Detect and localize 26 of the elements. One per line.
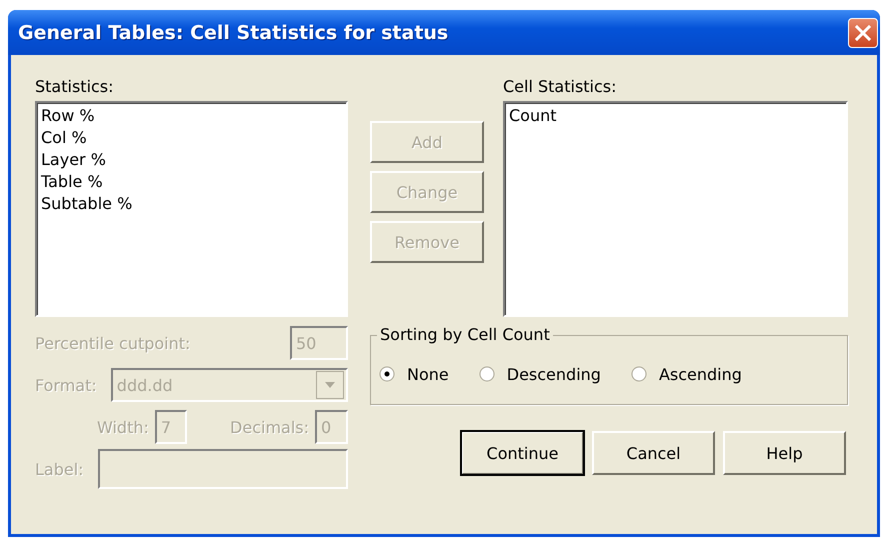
dialog-button[interactable]: Cancel bbox=[592, 431, 715, 475]
dialog-button[interactable]: Continue bbox=[461, 431, 584, 475]
radio-button[interactable]: None bbox=[379, 364, 449, 384]
radio-button[interactable]: Ascending bbox=[630, 364, 742, 384]
field-label: Percentile cutpoint: bbox=[35, 334, 190, 352]
list-item[interactable]: Table % bbox=[41, 171, 103, 193]
dropdown-value: ddd.dd bbox=[116, 376, 173, 394]
field-label: Format: bbox=[35, 376, 97, 394]
statistics-list[interactable]: Row % Col % Layer % Table % Subtable % bbox=[35, 101, 348, 317]
list-item[interactable]: Layer % bbox=[41, 149, 106, 171]
cell-statistics-list[interactable]: Count bbox=[503, 101, 848, 317]
field-label: Width: bbox=[97, 418, 149, 436]
close-icon bbox=[854, 24, 872, 42]
list-item[interactable]: Subtable % bbox=[41, 193, 132, 215]
field-label: Decimals: bbox=[230, 418, 309, 436]
list-item[interactable]: Col % bbox=[41, 127, 87, 149]
group-title: Sorting by Cell Count bbox=[377, 325, 553, 345]
cell-statistics-label: Cell Statistics: bbox=[503, 77, 618, 97]
list-item[interactable]: Row % bbox=[41, 105, 95, 127]
statistics-label: Statistics: bbox=[35, 77, 115, 97]
close-button[interactable] bbox=[848, 18, 878, 48]
radio-button[interactable]: Descending bbox=[478, 364, 601, 384]
field-label: Label: bbox=[35, 460, 84, 478]
window-title: General Tables: Cell Statistics for status bbox=[18, 22, 448, 44]
dialog-button[interactable]: Help bbox=[723, 431, 846, 475]
list-item[interactable]: Count bbox=[509, 105, 557, 127]
